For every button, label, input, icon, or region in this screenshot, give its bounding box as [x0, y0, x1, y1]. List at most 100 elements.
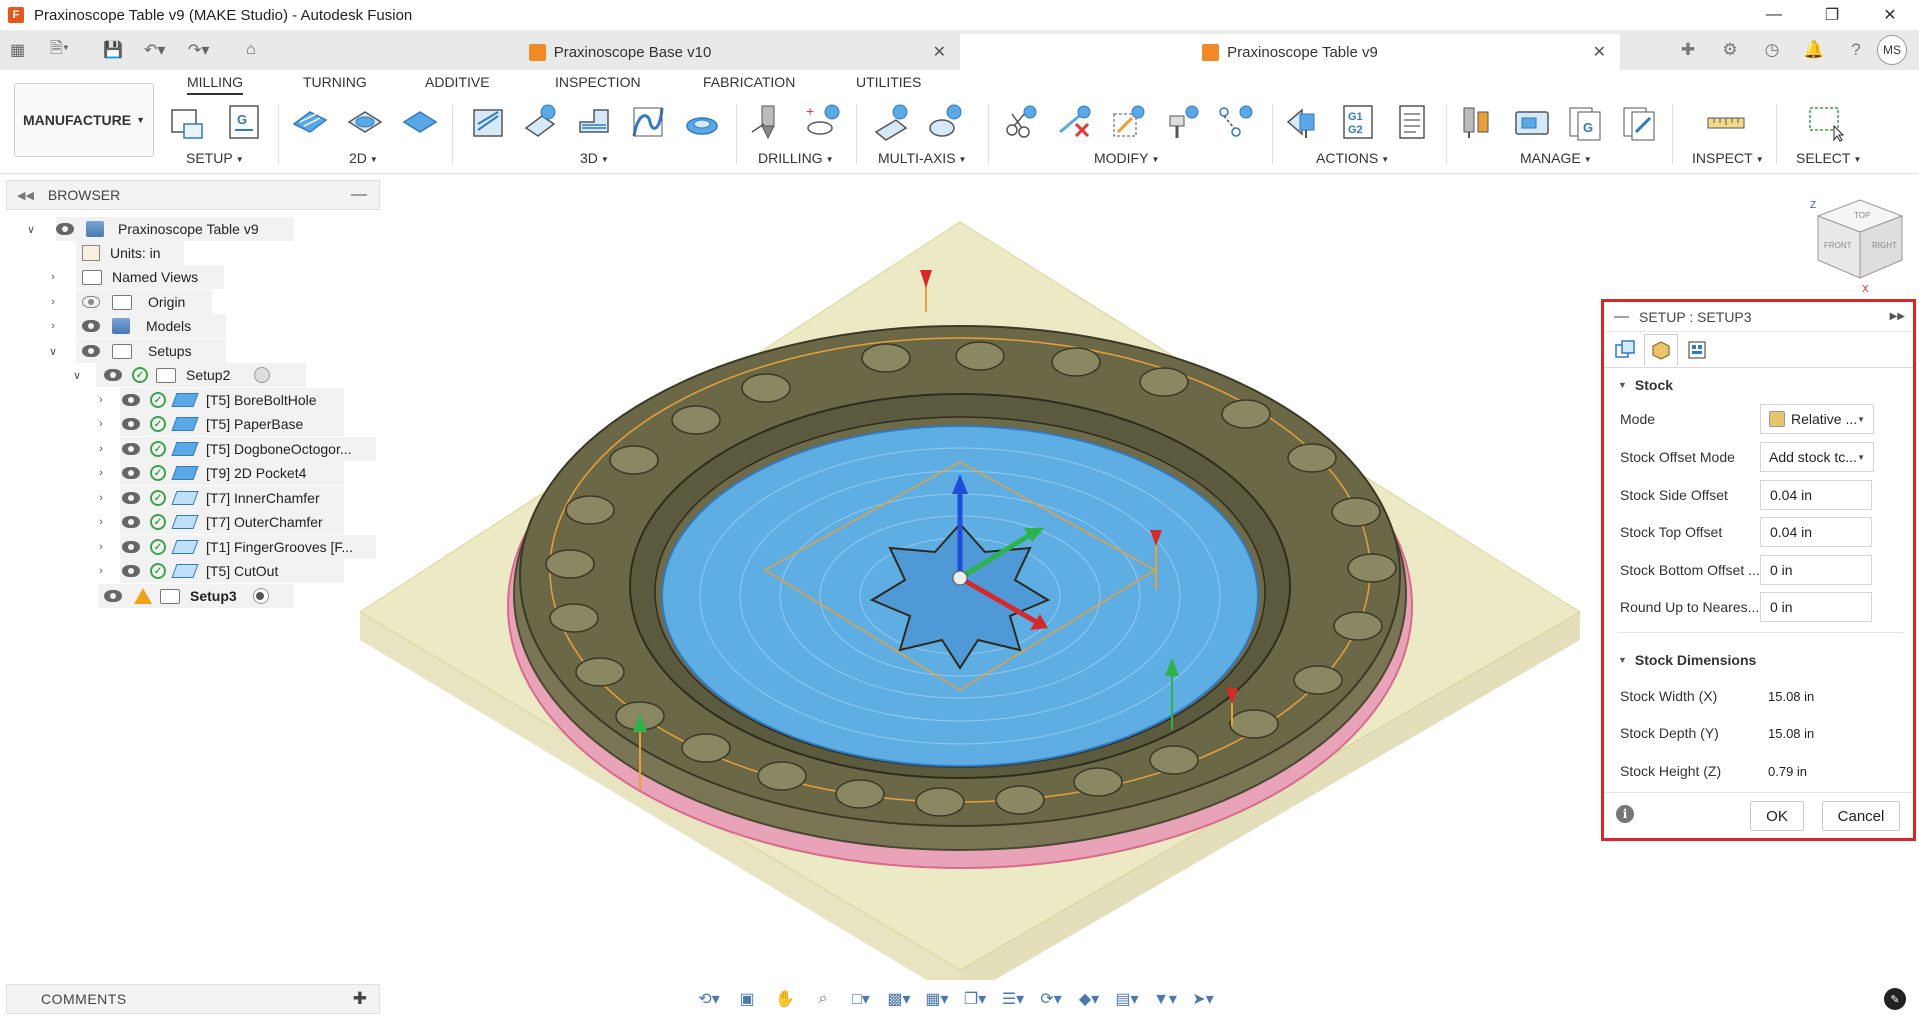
chevron-right-icon[interactable]: ›	[94, 541, 108, 553]
3d-radial-icon[interactable]	[682, 102, 722, 142]
3d-contour-icon[interactable]	[628, 102, 668, 142]
section-icon[interactable]: ☰▾	[994, 989, 1032, 1009]
eye-icon[interactable]	[56, 223, 74, 235]
nc-program-icon[interactable]: G	[224, 102, 264, 142]
redo-icon[interactable]: ↷▾	[188, 30, 209, 70]
tool-display-icon[interactable]: ▼▾	[1146, 989, 1184, 1009]
tree-item-operation[interactable]: › ✓ [T5] DogboneOctogor...	[94, 436, 376, 462]
workspace-switcher[interactable]: MANUFACTURE ▼	[14, 83, 154, 157]
window-select-icon[interactable]	[1806, 102, 1846, 142]
tab-additive[interactable]: ADDITIVE	[425, 74, 490, 90]
viewports-icon[interactable]: ❐▾	[956, 989, 994, 1009]
tab-setup[interactable]	[1608, 334, 1642, 366]
active-setup-radio[interactable]	[252, 588, 269, 604]
grid-icon[interactable]: ▦▾	[918, 989, 956, 1009]
transform-icon[interactable]	[1216, 102, 1256, 142]
2d-pocket-icon[interactable]	[345, 102, 385, 142]
tree-item-operation[interactable]: › ✓ [T7] InnerChamfer	[94, 485, 344, 511]
tab-stock[interactable]	[1644, 334, 1678, 366]
ok-button[interactable]: OK	[1750, 801, 1804, 831]
eye-icon[interactable]	[122, 443, 140, 455]
eye-icon[interactable]	[82, 345, 100, 357]
hole-recognition-icon[interactable]: +	[802, 102, 842, 142]
tab-fabrication[interactable]: FABRICATION	[703, 74, 795, 90]
chevron-down-icon[interactable]: ∨	[46, 345, 60, 358]
close-tab-icon[interactable]: ✕	[933, 42, 946, 62]
collapse-dialog-icon[interactable]: —	[1614, 308, 1629, 325]
eye-icon[interactable]	[104, 369, 122, 381]
chevron-right-icon[interactable]: ›	[94, 565, 108, 577]
post-process-icon[interactable]: G1G2	[1338, 102, 1378, 142]
eye-hidden-icon[interactable]	[82, 296, 100, 308]
eye-icon[interactable]	[122, 492, 140, 504]
2d-group-label[interactable]: 2D ▼	[349, 150, 378, 166]
3d-adaptive-icon[interactable]	[468, 102, 508, 142]
help-icon[interactable]: ?	[1835, 40, 1877, 60]
tree-item-origin[interactable]: › Origin	[46, 289, 212, 315]
chevron-right-icon[interactable]: ›	[94, 516, 108, 528]
pan-icon[interactable]: ✋	[766, 989, 804, 1009]
eye-icon[interactable]	[122, 418, 140, 430]
eye-icon[interactable]	[122, 394, 140, 406]
notifications-icon[interactable]: 🔔	[1793, 40, 1835, 60]
chevron-right-icon[interactable]: ›	[94, 443, 108, 455]
2d-adaptive-icon[interactable]	[290, 102, 330, 142]
tool-library-icon[interactable]	[1458, 102, 1498, 142]
actions-group-label[interactable]: ACTIONS ▼	[1316, 150, 1389, 166]
tree-root[interactable]: ∨ Praxinoscope Table v9	[24, 216, 294, 242]
add-comment-icon[interactable]: ✚	[353, 989, 367, 1009]
job-status-icon[interactable]: ◷	[1751, 40, 1793, 60]
stock-side-offset-input[interactable]: 0.04 in	[1760, 480, 1872, 510]
post-library-icon[interactable]: G	[1566, 102, 1606, 142]
tree-item-setups[interactable]: ∨ Setups	[46, 338, 226, 364]
trim-icon[interactable]	[1000, 102, 1040, 142]
save-icon[interactable]: 💾	[103, 30, 123, 70]
fit-icon[interactable]: □▾	[842, 989, 880, 1009]
file-menu-icon[interactable]: 🗎▾	[50, 30, 69, 70]
measure-icon[interactable]	[1706, 102, 1746, 142]
tab-post-process[interactable]	[1680, 334, 1714, 366]
minimize-panel-icon[interactable]: —	[351, 186, 367, 204]
drill-icon[interactable]	[748, 102, 788, 142]
edit-toolpath-icon[interactable]	[1108, 102, 1148, 142]
eye-icon[interactable]	[122, 565, 140, 577]
grid-menu-icon[interactable]: ▦	[10, 30, 25, 70]
stock-offset-mode-select[interactable]: Add stock tc... ▼	[1760, 442, 1874, 472]
modify-group-label[interactable]: MODIFY ▼	[1094, 150, 1159, 166]
stock-dimensions-section-header[interactable]: ▼ Stock Dimensions	[1618, 652, 1756, 668]
extensions-icon[interactable]: ⚙	[1709, 40, 1751, 60]
restore-icon[interactable]: ❐	[1803, 0, 1861, 30]
info-icon[interactable]: i	[1616, 805, 1634, 823]
round-up-input[interactable]: 0 in	[1760, 592, 1872, 622]
stock-top-offset-input[interactable]: 0.04 in	[1760, 517, 1872, 547]
viewport-canvas[interactable]	[340, 180, 1630, 980]
tree-item-setup2[interactable]: ∨ ✓ Setup2	[70, 362, 306, 388]
chevron-down-icon[interactable]: ∨	[70, 369, 84, 382]
visual-style-icon[interactable]: ◆▾	[1070, 989, 1108, 1009]
look-at-icon[interactable]: ▣	[728, 989, 766, 1009]
chevron-right-icon[interactable]: ›	[94, 394, 108, 406]
eye-icon[interactable]	[104, 590, 122, 602]
home-icon[interactable]: ⌂	[246, 30, 256, 70]
tree-item-units[interactable]: Units: in	[76, 240, 184, 266]
tree-item-setup3[interactable]: Setup3	[98, 583, 294, 609]
chevron-right-icon[interactable]: ›	[46, 271, 60, 283]
new-tab-icon[interactable]: ✚	[1667, 40, 1709, 60]
environment-icon[interactable]: ▤▾	[1108, 989, 1146, 1009]
tree-item-operation[interactable]: › ✓ [T5] BoreBoltHole	[94, 387, 344, 413]
3d-steep-shallow-icon[interactable]	[574, 102, 614, 142]
tree-item-operation[interactable]: › ✓ [T9] 2D Pocket4	[94, 460, 344, 486]
inspect-group-label[interactable]: INSPECT ▼	[1692, 150, 1764, 166]
multi-axis-contour-icon[interactable]	[872, 102, 912, 142]
new-setup-icon[interactable]	[168, 102, 208, 142]
manage-group-label[interactable]: MANAGE ▼	[1520, 150, 1592, 166]
close-tab-icon[interactable]: ✕	[1593, 42, 1606, 62]
tree-item-named-views[interactable]: › Named Views	[46, 264, 224, 290]
face-icon[interactable]	[400, 102, 440, 142]
mode-select[interactable]: Relative ... ▼	[1760, 404, 1874, 434]
tab-utilities[interactable]: UTILITIES	[856, 74, 921, 90]
eye-icon[interactable]	[122, 467, 140, 479]
stock-section-header[interactable]: ▼ Stock	[1618, 377, 1673, 393]
3d-pocket-icon[interactable]	[520, 102, 560, 142]
collapse-panel-icon[interactable]: ◀◀	[17, 189, 34, 202]
